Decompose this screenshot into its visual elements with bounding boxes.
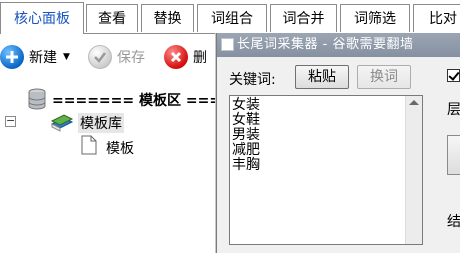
app-icon bbox=[221, 38, 234, 51]
tree-item-library[interactable]: 模板库 bbox=[78, 113, 124, 133]
template-tree: ======= 模板区 ==== − 模板库 模板 bbox=[0, 82, 233, 240]
new-button-label: 新建 bbox=[29, 50, 57, 66]
database-icon bbox=[27, 88, 47, 114]
save-button-label: 保存 bbox=[117, 50, 145, 66]
right-label-layer: 层 bbox=[447, 102, 460, 118]
keyword-line: 女鞋 bbox=[232, 112, 260, 128]
main-tab-bar: 核心面板 查看 替换 词组合 词合并 词筛选 比对 bbox=[0, 0, 460, 34]
new-button[interactable]: 新建 ▼ bbox=[0, 44, 70, 70]
delete-icon bbox=[164, 45, 188, 69]
right-label-result: 结 bbox=[447, 214, 460, 230]
option-checkbox[interactable] bbox=[447, 69, 460, 82]
keyword-line: 男装 bbox=[232, 127, 260, 143]
keyword-label: 关键词: bbox=[229, 72, 276, 88]
vertical-scrollbar[interactable] bbox=[405, 96, 422, 244]
paste-button[interactable]: 粘贴 bbox=[295, 65, 349, 89]
tree-expander[interactable]: − bbox=[5, 115, 16, 127]
keyword-line: 女装 bbox=[232, 97, 260, 113]
delete-button-label: 删 bbox=[193, 50, 207, 66]
tree-header: ======= 模板区 ==== bbox=[52, 93, 233, 109]
keyword-textarea[interactable]: 女装 女鞋 男装 减肥 丰胸 bbox=[229, 95, 423, 245]
delete-button[interactable]: 删 bbox=[164, 44, 207, 70]
tab-view[interactable]: 查看 bbox=[86, 4, 138, 32]
long-tail-collector-dialog: 长尾词采集器 - 谷歌需要翻墙 关键词: 粘贴 换词 女装 女鞋 男装 减肥 丰… bbox=[216, 33, 460, 253]
tab-word-merge[interactable]: 词合并 bbox=[270, 4, 337, 32]
save-button[interactable]: 保存 bbox=[88, 44, 145, 70]
scroll-up-arrow-icon[interactable] bbox=[409, 100, 419, 105]
document-icon bbox=[81, 135, 97, 159]
tab-word-combine[interactable]: 词组合 bbox=[197, 4, 267, 32]
dialog-title-bar[interactable]: 长尾词采集器 - 谷歌需要翻墙 bbox=[217, 33, 460, 57]
keyword-line: 减肥 bbox=[232, 142, 260, 158]
tab-compare[interactable]: 比对 bbox=[413, 4, 460, 32]
tab-core-panel[interactable]: 核心面板 bbox=[0, 2, 84, 34]
checkmark-icon bbox=[88, 45, 112, 69]
dialog-title: 长尾词采集器 - 谷歌需要翻墙 bbox=[237, 37, 414, 52]
tab-word-filter[interactable]: 词筛选 bbox=[340, 4, 410, 32]
plus-icon bbox=[0, 45, 24, 69]
book-stack-icon bbox=[50, 112, 74, 136]
tree-item-template[interactable]: 模板 bbox=[106, 138, 134, 158]
tab-replace[interactable]: 替换 bbox=[141, 4, 194, 32]
swap-words-button[interactable]: 换词 bbox=[357, 65, 411, 89]
keyword-line: 丰胸 bbox=[232, 157, 260, 173]
keyword-list: 女装 女鞋 男装 减肥 丰胸 bbox=[232, 98, 260, 173]
right-side-button[interactable] bbox=[447, 135, 460, 175]
dropdown-arrow-icon[interactable]: ▼ bbox=[63, 52, 70, 62]
